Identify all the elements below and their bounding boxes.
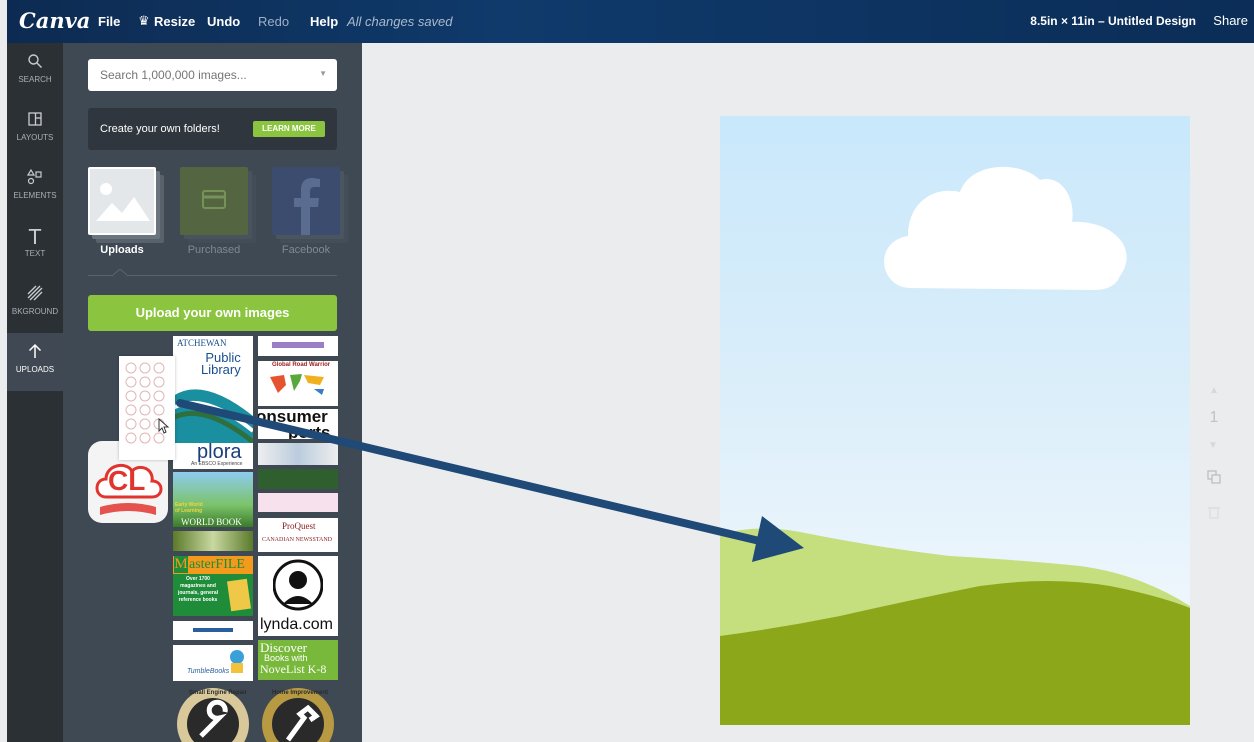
sidebar-item-uploads[interactable]: UPLOADS (7, 333, 63, 391)
lynda-portrait-image (273, 559, 323, 611)
save-status: All changes saved (347, 14, 453, 29)
global-road-text: Global Road Warrior (272, 362, 331, 368)
sidebar-item-label: TEXT (24, 249, 46, 258)
world-map-image (270, 374, 324, 395)
crown-icon: ♛ (138, 13, 150, 28)
sidebar-item-elements[interactable]: ELEMENTS (7, 159, 63, 217)
layouts-icon (7, 111, 63, 131)
page-up-icon[interactable]: ▲ (1204, 385, 1224, 396)
document-title[interactable]: 8.5in × 11in – Untitled Design (1030, 14, 1196, 28)
library-arc-text: ATCHEWAN (177, 338, 227, 348)
tumblebooks-thumbnail[interactable]: TumbleBooks (173, 645, 253, 681)
upload-icon (7, 343, 63, 363)
folder-label-uploads: Uploads (100, 244, 144, 256)
help-menu[interactable]: Help (310, 14, 338, 29)
small-engine-text: Small Engine Repair (189, 690, 248, 696)
page-tools: ▲ (1204, 385, 1224, 396)
novelist-text: NoveList K-8 (260, 662, 327, 676)
design-page[interactable] (720, 116, 1190, 725)
delete-page-icon[interactable] (1208, 505, 1220, 519)
mouse-cursor-icon (158, 418, 170, 434)
sidebar-item-label: LAYOUTS (16, 133, 54, 142)
sidebar-item-text[interactable]: T TEXT (7, 217, 63, 275)
undo-button[interactable]: Undo (207, 14, 240, 29)
early-world-text: Early World of Learning (175, 502, 203, 514)
facebook-icon (294, 178, 320, 235)
promo-text: Create your own folders! (100, 123, 220, 135)
global-road-warrior-thumbnail[interactable]: Global Road Warrior (258, 361, 338, 406)
top-bar: Canva File ♛ Resize Undo Redo Help All c… (7, 0, 1254, 43)
folder-label-purchased: Purchased (187, 244, 241, 256)
search-icon (7, 53, 63, 73)
small-engine-repair-thumbnail[interactable]: Small Engine Repair (173, 684, 253, 742)
file-menu[interactable]: File (98, 14, 120, 29)
consumer-reports-text: ports (288, 423, 331, 439)
folder-purchased[interactable] (180, 167, 248, 235)
upload-images-button[interactable]: Upload your own images (88, 295, 337, 331)
folder-pointer (112, 269, 128, 277)
chevron-down-icon[interactable]: ▼ (319, 69, 327, 78)
world-book-text: WORLD BOOK (181, 517, 242, 527)
ehealth-thumbnail[interactable] (173, 531, 253, 551)
search-input[interactable] (88, 59, 298, 91)
tumblebooks-banner-thumbnail[interactable] (173, 621, 253, 640)
resize-menu[interactable]: Resize (154, 14, 195, 29)
redo-button[interactable]: Redo (258, 14, 289, 29)
proquest-text: ProQuest (282, 521, 316, 531)
consumer-reports-thumbnail[interactable]: onsumer ports (258, 409, 338, 439)
home-improvement-thumbnail[interactable]: Home Improvement (258, 684, 338, 742)
landscape-background (720, 166, 1190, 725)
masterfile-thumbnail[interactable]: M asterFILE Over 1700 magazines and jour… (173, 556, 253, 616)
cloud-shape (884, 166, 1127, 290)
elements-icon (7, 168, 63, 189)
explora-subtitle: An EBSCO Experience (191, 461, 243, 467)
folders-promo: Create your own folders! LEARN MORE (88, 108, 337, 150)
public-library-thumbnail[interactable]: ATCHEWAN Public Library (173, 336, 253, 448)
image-search-box[interactable]: ▼ (88, 59, 337, 91)
image-placeholder-icon (90, 169, 154, 233)
world-book-thumbnail[interactable]: Early World of Learning WORLD BOOK (173, 472, 253, 527)
lynda-thumbnail[interactable]: lynda.com (258, 556, 338, 636)
folder-facebook[interactable] (272, 167, 340, 235)
page-number: 1 (1209, 409, 1219, 426)
learn-more-button[interactable]: LEARN MORE (253, 121, 325, 137)
page-down-icon[interactable]: ▼ (1208, 440, 1218, 451)
canva-editor: Canva File ♛ Resize Undo Redo Help All c… (0, 0, 1254, 742)
grolier-thumbnail[interactable] (258, 443, 338, 465)
sidebar-item-label: ELEMENTS (13, 191, 57, 200)
tumblebooks-small-thumbnail[interactable] (258, 336, 338, 356)
folder-uploads[interactable] (88, 167, 156, 235)
folder-label-facebook: Facebook (281, 244, 331, 256)
share-button[interactable]: Share (1209, 13, 1252, 28)
tumblebooks-text: TumbleBooks (187, 668, 230, 675)
novelist-thumbnail[interactable]: Discover Books with NoveList K-8 (258, 640, 338, 680)
lynda-text: lynda.com (260, 616, 333, 633)
sidebar-item-label: SEARCH (18, 75, 52, 84)
sidebar-item-layouts[interactable]: LAYOUTS (7, 101, 63, 159)
sticker-sheet-image (125, 362, 165, 444)
text-icon: T (28, 225, 42, 249)
proquest-thumbnail[interactable]: ProQuest CANADIAN NEWSSTAND (258, 518, 338, 552)
masterfile-description: Over 1700 magazines and journals, genera… (177, 576, 218, 603)
encyclopedia-thumbnail[interactable] (258, 469, 338, 489)
sidebar-rail: SEARCH LAYOUTS ELEMENTS T TEXT BKGROUND (7, 43, 63, 742)
public-library-text: Public Library (201, 350, 241, 377)
credit-card-icon (202, 190, 226, 209)
explora-thumbnail[interactable]: plora An EBSCO Experience (173, 443, 253, 469)
cl-logo-text: CL (108, 465, 146, 496)
uploads-panel: ▼ Create your own folders! LEARN MORE Up… (63, 43, 362, 742)
home-improvement-text: Home Improvement (272, 690, 329, 696)
sidebar-item-label: BKGROUND (11, 307, 59, 316)
sidebar-item-label: UPLOADS (15, 365, 55, 374)
sidebar-item-background[interactable]: BKGROUND (7, 275, 63, 333)
masterfile-m: M (174, 556, 188, 573)
canva-logo[interactable]: Canva (19, 8, 90, 33)
duplicate-page-icon[interactable] (1207, 470, 1221, 484)
sidebar-item-search[interactable]: SEARCH (7, 43, 63, 101)
canadian-newsstand-text: CANADIAN NEWSSTAND (262, 537, 333, 543)
canadian-reference-thumbnail[interactable] (258, 493, 338, 512)
background-icon (7, 285, 63, 305)
stickers-drag-preview[interactable] (119, 356, 175, 460)
masterfile-logo-text: asterFILE (189, 557, 245, 572)
